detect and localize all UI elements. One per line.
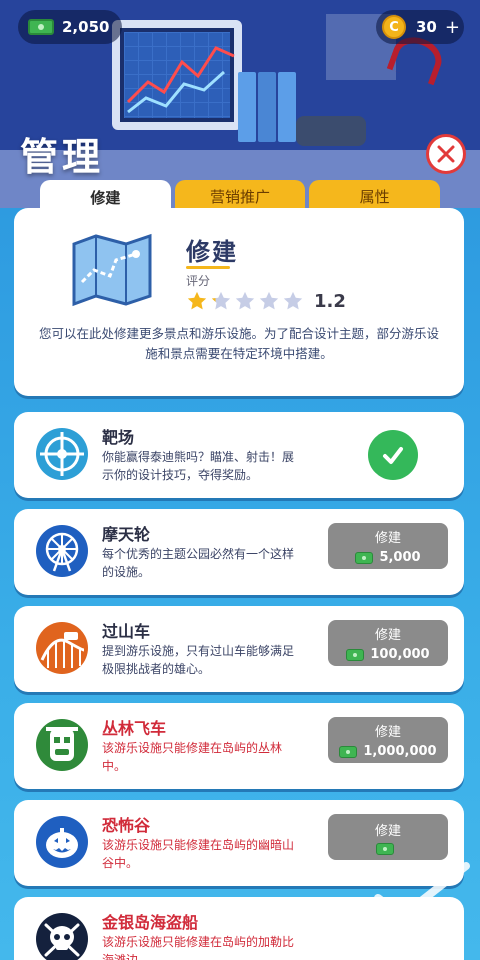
- rating-value: 1.2: [314, 290, 346, 312]
- detail-description: 您可以在此处修建更多景点和游乐设施。为了配合设计主题，部分游乐设施和景点需要在特…: [38, 326, 439, 361]
- close-button[interactable]: [426, 134, 466, 174]
- list-item-horror-valley[interactable]: 恐怖谷 该游乐设施只能修建在岛屿的幽暗山谷中。 修建: [14, 800, 464, 886]
- pumpkin-icon: [34, 814, 90, 870]
- build-button-label: 修建: [374, 725, 401, 740]
- cash-counter: 2,050: [18, 10, 122, 44]
- rating-label: 评分: [186, 274, 211, 288]
- add-coins-button[interactable]: +: [445, 17, 460, 38]
- item-name: 丛林飞车: [102, 719, 167, 738]
- list-item-ferris-wheel[interactable]: 摩天轮 每个优秀的主题公园必然有一个这样的设施。 修建 5,000: [14, 509, 464, 595]
- price-value: 100,000: [370, 647, 430, 662]
- list-item-shooting-range[interactable]: 靶场 你能赢得泰迪熊吗？瞄准、射击！展示你的设计技巧，夺得奖励。: [14, 412, 464, 498]
- item-description: 每个优秀的主题公园必然有一个这样的设施。: [102, 547, 295, 579]
- build-button[interactable]: 修建: [328, 814, 448, 860]
- build-button[interactable]: 修建 100,000: [328, 620, 448, 666]
- build-button-label: 修建: [374, 628, 401, 643]
- item-description: 该游乐设施只能修建在岛屿的丛林中。: [102, 741, 283, 773]
- monitor-illustration: [112, 20, 242, 130]
- item-name: 过山车: [102, 622, 151, 641]
- build-button-label: 修建: [374, 823, 401, 839]
- build-detail-card: 修建 评分 1.2 您可以在此处修建更多景点和游乐设施。为了配合设计主题，部分游…: [14, 208, 464, 396]
- list-item-jungle-ride[interactable]: 丛林飞车 该游乐设施只能修建在岛屿的丛林中。 修建 1,000,000: [14, 703, 464, 789]
- cash-icon: [339, 745, 358, 758]
- item-description: 该游乐设施只能修建在岛屿的加勒比海滩边。: [102, 935, 295, 960]
- item-description: 该游乐设施只能修建在岛屿的幽暗山谷中。: [102, 838, 295, 870]
- item-name: 恐怖谷: [102, 816, 151, 835]
- list-item-roller-coaster[interactable]: 过山车 提到游乐设施，只有过山车能够满足极限挑战者的雄心。 修建 100,000: [14, 606, 464, 692]
- cash-icon: [376, 842, 394, 855]
- coin-counter[interactable]: C 30 +: [376, 10, 464, 44]
- build-button[interactable]: 修建 1,000,000: [328, 717, 448, 763]
- price: 5,000: [355, 550, 421, 565]
- price: 100,000: [346, 647, 430, 662]
- cash-icon: [346, 648, 365, 661]
- page-title: 管理: [20, 135, 105, 179]
- close-icon: [437, 145, 455, 163]
- map-icon: [72, 233, 152, 307]
- list-item-pirate-ship[interactable]: 金银岛海盗船 该游乐设施只能修建在岛屿的加勒比海滩边。: [14, 897, 464, 960]
- title-underline: [186, 266, 230, 269]
- star-icon: [259, 291, 279, 310]
- item-description: 提到游乐设施，只有过山车能够满足极限挑战者的雄心。: [102, 644, 295, 676]
- item-name: 摩天轮: [102, 525, 151, 544]
- cash-icon: [355, 551, 374, 564]
- price: 1,000,000: [339, 744, 437, 759]
- price-value: 5,000: [379, 550, 421, 565]
- build-button-label: 修建: [374, 531, 401, 546]
- item-description: 你能赢得泰迪熊吗？瞄准、射击！展示你的设计技巧，夺得奖励。: [102, 450, 295, 482]
- star-icon: [211, 291, 231, 310]
- build-button[interactable]: 修建 5,000: [328, 523, 448, 569]
- star-icon: [235, 291, 255, 310]
- cash-value: 2,050: [62, 18, 110, 36]
- roller-coaster-icon: [34, 620, 90, 676]
- item-name: 靶场: [102, 428, 135, 447]
- skull-icon: [34, 911, 90, 960]
- jungle-mask-icon: [34, 717, 90, 773]
- ferris-wheel-icon: [34, 523, 90, 579]
- star-icon: [283, 291, 303, 310]
- rating-stars: 1.2: [186, 290, 346, 312]
- price-value: 1,000,000: [363, 744, 437, 759]
- detail-title: 修建: [186, 238, 238, 266]
- built-check-icon: [368, 430, 418, 480]
- star-icon: [187, 291, 207, 310]
- coin-icon: C: [382, 15, 406, 39]
- target-icon: [34, 426, 90, 482]
- item-name: 金银岛海盗船: [102, 913, 199, 932]
- coin-value: 30: [416, 18, 437, 36]
- cash-icon: [28, 19, 54, 35]
- price: [376, 842, 400, 855]
